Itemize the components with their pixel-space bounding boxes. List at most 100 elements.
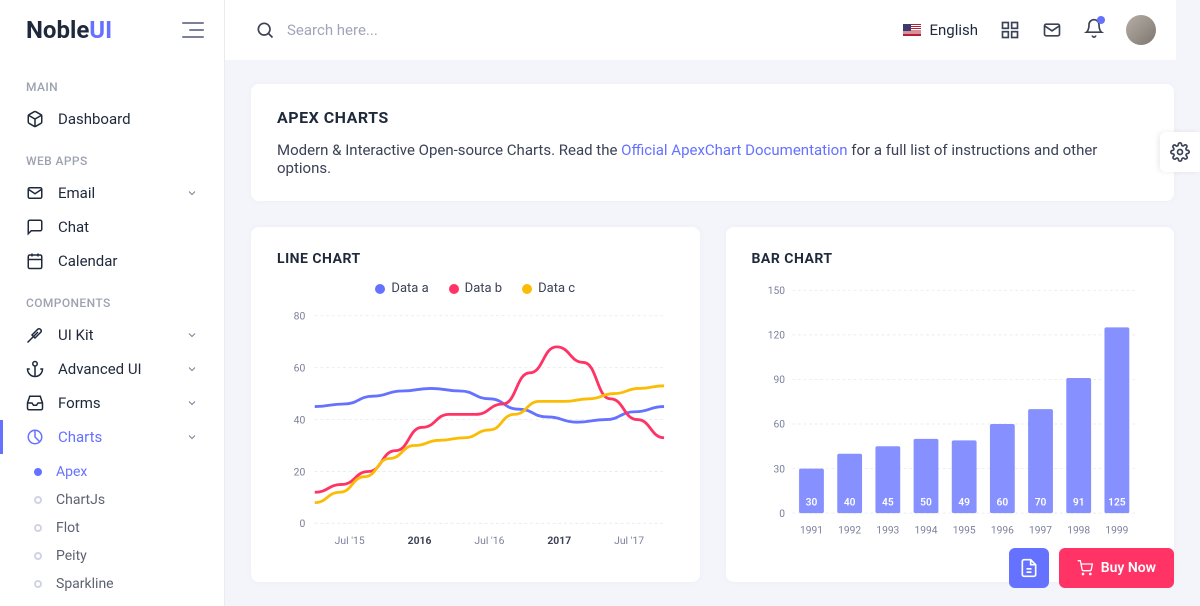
svg-text:60: 60 [294, 361, 306, 374]
legend-marker [449, 284, 459, 294]
sidebar-item-label: Forms [58, 394, 101, 412]
bullet-icon [34, 580, 42, 588]
sidebar-sub-sparkline[interactable]: Sparkline [0, 570, 224, 598]
page-title: APEX CHARTS [277, 108, 1148, 127]
sidebar: MAIN Dashboard WEB APPS Email Chat Calen… [0, 0, 225, 606]
legend-label: Data c [538, 281, 575, 296]
buy-button[interactable]: Buy Now [1059, 548, 1174, 588]
cart-icon [1077, 560, 1093, 576]
svg-text:Jul '16: Jul '16 [474, 534, 504, 547]
calendar-icon [26, 252, 44, 270]
svg-text:70: 70 [1034, 498, 1046, 509]
svg-text:Jul '15: Jul '15 [335, 534, 365, 547]
legend-marker [375, 284, 385, 294]
chevron-down-icon [186, 187, 198, 199]
notifications-icon[interactable] [1084, 18, 1104, 42]
mail-icon[interactable] [1042, 20, 1062, 40]
svg-text:2017: 2017 [547, 534, 571, 547]
svg-text:90: 90 [773, 375, 785, 386]
buy-label: Buy Now [1101, 560, 1156, 576]
sidebar-item-calendar[interactable]: Calendar [0, 244, 224, 278]
svg-text:30: 30 [805, 498, 817, 509]
svg-text:1991: 1991 [800, 526, 823, 537]
sidebar-sub-label: Peity [56, 548, 87, 564]
sidebar-item-chat[interactable]: Chat [0, 210, 224, 244]
bullet-icon [34, 552, 42, 560]
sidebar-item-label: Chat [58, 218, 89, 236]
search-icon [255, 20, 275, 40]
chevron-down-icon [186, 329, 198, 341]
apps-icon[interactable] [1000, 20, 1020, 40]
search-container [255, 20, 903, 40]
svg-text:1997: 1997 [1029, 526, 1052, 537]
brand-suffix: UI [89, 16, 112, 44]
chevron-down-icon [186, 431, 198, 443]
legend-label: Data a [391, 281, 428, 296]
legend-item-c: Data c [522, 281, 575, 296]
gear-icon [1170, 142, 1190, 162]
svg-text:1999: 1999 [1105, 526, 1128, 537]
legend-marker [522, 284, 532, 294]
sidebar-item-email[interactable]: Email [0, 176, 224, 210]
charts-submenu: Apex ChartJs Flot Peity Sparkline [0, 454, 224, 604]
intro-card: APEX CHARTS Modern & Interactive Open-so… [251, 84, 1174, 201]
float-actions: Buy Now [1009, 548, 1174, 588]
brand-name: Noble [26, 16, 89, 44]
sidebar-sub-chartjs[interactable]: ChartJs [0, 486, 224, 514]
svg-text:1995: 1995 [952, 526, 975, 537]
legend-label: Data b [465, 281, 502, 296]
sidebar-sub-flot[interactable]: Flot [0, 514, 224, 542]
bullet-icon [34, 468, 42, 476]
doc-link[interactable]: Official ApexChart Documentation [621, 141, 847, 159]
svg-text:30: 30 [773, 464, 785, 475]
line-chart-card: LINE CHART Data a Data b Data c 02040608… [251, 227, 700, 582]
svg-text:80: 80 [294, 309, 306, 322]
svg-text:45: 45 [881, 498, 893, 509]
svg-text:60: 60 [773, 420, 785, 431]
sidebar-toggle[interactable] [182, 22, 204, 38]
line-chart-svg: 020406080Jul '152016Jul '162017Jul '17 [277, 304, 674, 554]
search-input[interactable] [287, 21, 587, 39]
svg-text:1998: 1998 [1067, 526, 1090, 537]
main-content: APEX CHARTS Modern & Interactive Open-so… [225, 0, 1200, 606]
top-actions: English [903, 15, 1156, 45]
svg-text:1994: 1994 [914, 526, 937, 537]
sidebar-sub-label: Apex [56, 464, 87, 480]
anchor-icon [26, 360, 44, 378]
sidebar-item-uikit[interactable]: UI Kit [0, 318, 224, 352]
sidebar-item-label: UI Kit [58, 326, 94, 344]
svg-text:2016: 2016 [408, 534, 432, 547]
brand-logo[interactable]: NobleUI [26, 16, 112, 44]
box-icon [26, 110, 44, 128]
bullet-icon [34, 524, 42, 532]
sidebar-sub-apex[interactable]: Apex [0, 458, 224, 486]
language-label: English [929, 21, 978, 39]
language-selector[interactable]: English [903, 21, 978, 39]
sidebar-item-forms[interactable]: Forms [0, 386, 224, 420]
pie-chart-icon [26, 428, 44, 446]
svg-text:40: 40 [294, 413, 306, 426]
bar-chart-card: BAR CHART 030609012015030199140199245199… [726, 227, 1175, 582]
sidebar-item-charts[interactable]: Charts [0, 420, 224, 454]
section-main-label: MAIN [0, 62, 224, 102]
sidebar-item-advancedui[interactable]: Advanced UI [0, 352, 224, 386]
section-webapps-label: WEB APPS [0, 136, 224, 176]
sidebar-item-label: Email [58, 184, 95, 202]
sidebar-item-dashboard[interactable]: Dashboard [0, 102, 224, 136]
docs-button[interactable] [1009, 548, 1049, 588]
svg-text:60: 60 [996, 498, 1008, 509]
sidebar-sub-label: Flot [56, 520, 80, 536]
sidebar-sub-peity[interactable]: Peity [0, 542, 224, 570]
line-chart-legend: Data a Data b Data c [277, 281, 674, 296]
svg-text:20: 20 [294, 465, 306, 478]
avatar[interactable] [1126, 15, 1156, 45]
sidebar-item-label: Advanced UI [58, 360, 142, 378]
intro-text: Modern & Interactive Open-source Charts.… [277, 141, 1148, 177]
topbar-main: English [225, 0, 1176, 60]
svg-text:40: 40 [843, 498, 855, 509]
settings-panel-toggle[interactable] [1160, 132, 1200, 172]
chevron-down-icon [186, 397, 198, 409]
svg-text:Jul '17: Jul '17 [614, 534, 644, 547]
bar-chart-title: BAR CHART [752, 251, 1149, 267]
section-components-label: COMPONENTS [0, 278, 224, 318]
